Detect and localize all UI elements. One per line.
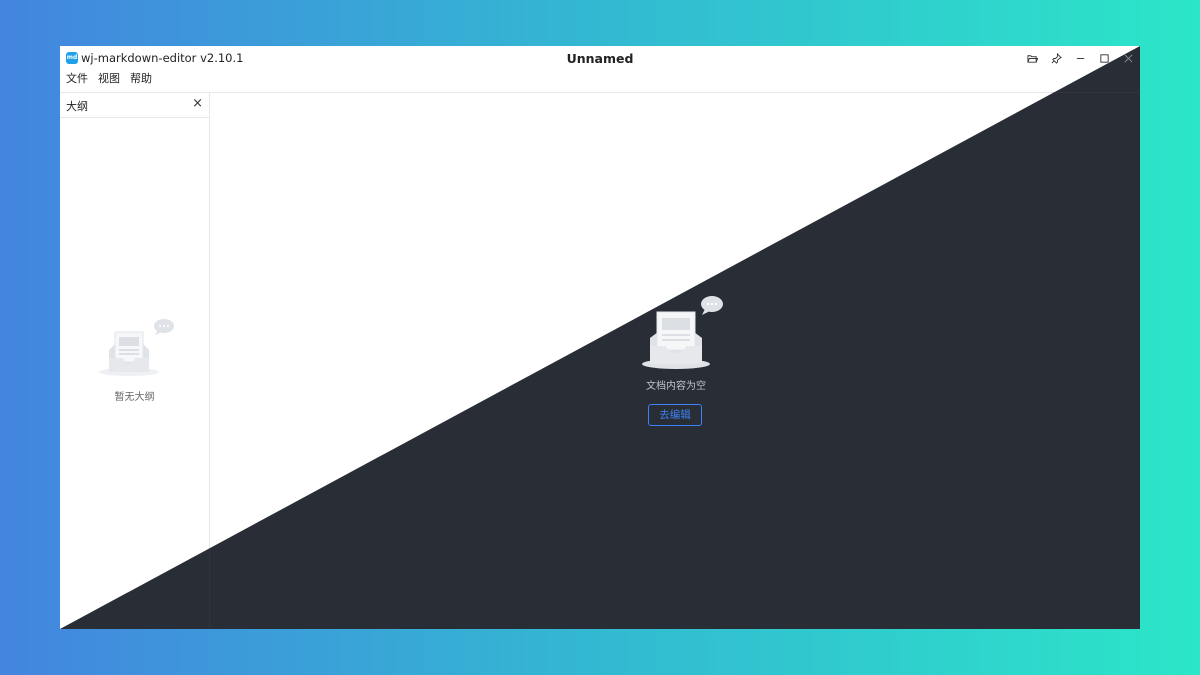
outline-empty-text: 暂无大纲 <box>114 392 155 403</box>
folder-open-icon <box>1026 54 1038 63</box>
empty-inbox-icon <box>98 319 174 376</box>
menu-file[interactable]: 文件 <box>66 70 88 92</box>
editor-empty-text-dark: 文档内容为空 <box>646 381 706 392</box>
pin-button[interactable] <box>1044 46 1068 70</box>
menu-bar: 文件 视图 帮助 <box>60 70 162 92</box>
minimize-button[interactable] <box>1068 46 1092 70</box>
outline-title: 大纲 <box>66 100 88 113</box>
app-window: md wj-markdown-editor v2.10.1 Unnamed 文件… <box>60 46 1140 629</box>
title-bar: md wj-markdown-editor v2.10.1 Unnamed <box>60 46 1140 70</box>
maximize-icon <box>1099 53 1109 63</box>
outline-panel: 大纲 × 暂无大纲 <box>60 93 210 629</box>
open-folder-button[interactable] <box>1020 46 1044 70</box>
menu-view[interactable]: 视图 <box>98 70 120 92</box>
outline-header: 大纲 × <box>60 93 209 118</box>
outline-close-button[interactable]: × <box>192 97 203 111</box>
go-edit-button-dark[interactable]: 去编辑 <box>648 404 702 426</box>
outline-empty-state: 暂无大纲 <box>60 318 209 403</box>
pin-icon <box>1051 52 1062 64</box>
minimize-icon <box>1076 57 1084 59</box>
document-title: Unnamed <box>566 51 634 66</box>
menu-help[interactable]: 帮助 <box>130 70 152 92</box>
menu-divider <box>60 92 1140 93</box>
